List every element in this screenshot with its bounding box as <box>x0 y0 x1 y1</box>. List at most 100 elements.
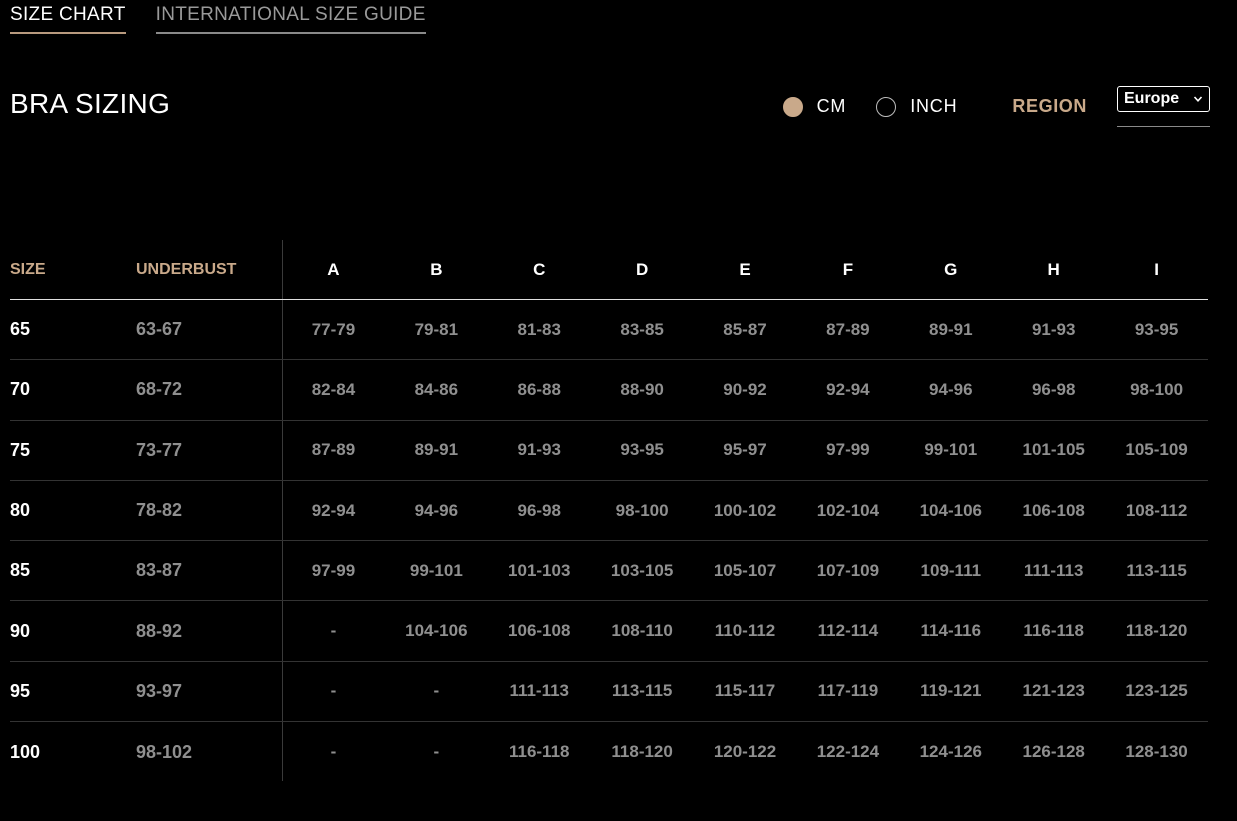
cell-cup-c: 116-118 <box>508 742 570 762</box>
table-header-row: SIZE UNDERBUST A B C D E F G H I <box>10 240 1208 300</box>
cell-cup-h: 96-98 <box>1031 379 1076 399</box>
header-underbust: UNDERBUST <box>136 260 237 278</box>
header-cup-b: B <box>430 259 443 279</box>
cell-cup-f: 112-114 <box>817 621 879 641</box>
cell-cup-b: 99-101 <box>409 560 463 580</box>
cell-cup-d: 118-120 <box>611 742 673 762</box>
cell-cup-g: 89-91 <box>929 319 973 339</box>
cell-cup-c: 111-113 <box>509 681 570 701</box>
cell-cup-d: 93-95 <box>620 440 664 460</box>
region-select-wrapper: Europe <box>1117 86 1210 127</box>
cell-cup-i: 128-130 <box>1125 742 1188 762</box>
cell-cup-a: 87-89 <box>311 440 356 460</box>
cell-cup-h: 121-123 <box>1022 681 1085 701</box>
header-cup-c: C <box>533 259 546 279</box>
cell-cup-g: 99-101 <box>924 440 978 460</box>
cell-cup-b: 89-91 <box>414 440 459 460</box>
table-row: 65 63-67 77-79 79-81 81-83 83-85 85-87 87-89 89-… <box>10 300 1208 361</box>
page-title: BRA SIZING <box>10 88 171 119</box>
cell-cup-c: 91-93 <box>517 440 561 460</box>
cell-underbust: 93-97 <box>136 680 183 701</box>
cell-band-size: 75 <box>10 439 31 460</box>
unit-option-inch[interactable]: INCH <box>876 96 957 117</box>
header-size: SIZE <box>10 260 46 278</box>
cell-cup-h: 116-118 <box>1023 621 1084 641</box>
cell-cup-c: 101-103 <box>508 560 571 580</box>
cell-cup-f: 122-124 <box>816 742 880 762</box>
table-row: 85 83-87 97-99 99-101 101-103 103-105 105-107 1… <box>10 541 1208 602</box>
cell-cup-h: 101-105 <box>1022 440 1085 460</box>
cell-cup-h: 106-108 <box>1022 500 1085 520</box>
cell-cup-d: 108-110 <box>611 621 673 641</box>
table-row: 100 98-102 - - 116-118 118-120 120-122 122-124 1… <box>10 722 1208 782</box>
unit-cm-label: CM <box>816 96 847 116</box>
cell-band-size: 90 <box>10 620 31 641</box>
chevron-down-icon <box>1193 96 1203 102</box>
cell-cup-a: - <box>330 742 337 762</box>
cell-cup-a: 82-84 <box>311 379 356 399</box>
cell-cup-a: 97-99 <box>311 560 356 580</box>
cell-cup-i: 113-115 <box>1126 560 1187 580</box>
cell-band-size: 80 <box>10 500 31 521</box>
cell-cup-e: 90-92 <box>723 379 767 399</box>
radio-cm-selected[interactable] <box>782 96 803 117</box>
cell-cup-i: 105-109 <box>1125 440 1188 460</box>
cell-cup-b: 104-106 <box>405 621 468 641</box>
cell-cup-a: - <box>330 681 337 701</box>
region-select[interactable]: Europe <box>1117 86 1210 112</box>
table-row: 95 93-97 - - 111-113 113-115 115-117 117-119 119… <box>10 662 1208 723</box>
region-label: REGION <box>1012 96 1087 116</box>
bra-size-table: SIZE UNDERBUST A B C D E F G H I 65 63-67 77-79 79-… <box>10 240 1208 782</box>
cell-underbust: 83-87 <box>136 560 183 581</box>
cell-band-size: 85 <box>10 560 31 581</box>
table-row: 80 78-82 92-94 94-96 96-98 98-100 100-102 102-1… <box>10 481 1208 542</box>
cell-cup-b: 84-86 <box>414 379 459 399</box>
cell-cup-i: 123-125 <box>1125 681 1188 701</box>
unit-inch-label: INCH <box>910 96 958 116</box>
header-cup-e: E <box>739 259 751 279</box>
size-guide-page: SIZE CHART INTERNATIONAL SIZE GUIDE BRA … <box>0 0 1237 821</box>
cell-cup-g: 94-96 <box>929 379 973 399</box>
cell-cup-e: 100-102 <box>713 500 777 520</box>
cell-cup-f: 87-89 <box>826 319 870 339</box>
cell-cup-i: 118-120 <box>1125 621 1188 641</box>
cell-underbust: 63-67 <box>136 319 183 340</box>
cell-cup-e: 110-112 <box>714 621 776 641</box>
tab-bar: SIZE CHART INTERNATIONAL SIZE GUIDE <box>10 0 426 34</box>
cell-cup-g: 114-116 <box>920 621 982 641</box>
cell-band-size: 100 <box>10 741 41 762</box>
cell-cup-e: 105-107 <box>713 560 777 580</box>
cell-cup-f: 117-119 <box>817 681 879 701</box>
cell-cup-f: 92-94 <box>826 379 870 399</box>
cell-cup-a: 92-94 <box>311 500 356 520</box>
cell-underbust: 88-92 <box>136 620 183 641</box>
table-row: 70 68-72 82-84 84-86 86-88 88-90 90-92 92-94 94-… <box>10 360 1208 421</box>
cell-band-size: 65 <box>10 319 31 340</box>
cell-cup-b: 94-96 <box>414 500 459 520</box>
cell-cup-a: 77-79 <box>311 319 356 339</box>
cell-cup-e: 115-117 <box>714 681 776 701</box>
radio-inch[interactable] <box>876 96 897 117</box>
cell-cup-h: 111-113 <box>1023 560 1084 580</box>
tab-size-chart[interactable]: SIZE CHART <box>10 0 126 34</box>
header-cup-g: G <box>944 259 958 279</box>
cell-cup-c: 106-108 <box>508 621 571 641</box>
cell-cup-d: 83-85 <box>620 319 664 339</box>
table-row: 90 88-92 - 104-106 106-108 108-110 110-112 112-… <box>10 601 1208 662</box>
cell-cup-g: 124-126 <box>919 742 982 762</box>
cell-cup-a: - <box>330 621 337 641</box>
cell-cup-c: 96-98 <box>517 500 561 520</box>
cell-cup-e: 95-97 <box>723 440 767 460</box>
cell-cup-b: 79-81 <box>414 319 459 339</box>
unit-region-controls: CM INCH REGION Europe <box>782 86 1210 127</box>
unit-option-cm[interactable]: CM <box>782 96 847 117</box>
tab-international-size-guide[interactable]: INTERNATIONAL SIZE GUIDE <box>155 0 426 34</box>
header-cup-d: D <box>635 259 649 279</box>
cell-cup-f: 102-104 <box>816 500 880 520</box>
cell-cup-i: 93-95 <box>1134 319 1179 339</box>
cell-cup-e: 85-87 <box>723 319 767 339</box>
cell-cup-g: 104-106 <box>919 500 982 520</box>
cell-cup-f: 107-109 <box>816 560 880 580</box>
cell-cup-g: 109-111 <box>920 560 982 580</box>
cell-cup-d: 103-105 <box>610 560 674 580</box>
